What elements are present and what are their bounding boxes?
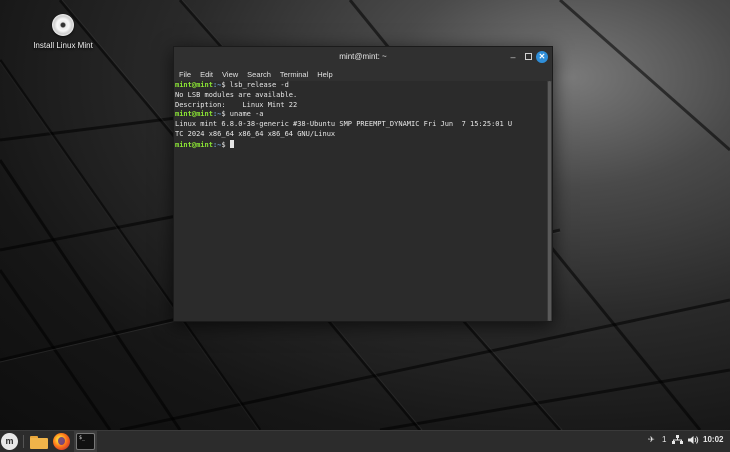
- window-titlebar[interactable]: mint@mint: ~ – ✕: [174, 47, 552, 67]
- terminal-line: mint@mint:~$ lsb_release -d: [175, 81, 547, 91]
- terminal-window[interactable]: mint@mint: ~ – ✕ File Edit View Search T…: [173, 46, 553, 322]
- minimize-button[interactable]: –: [507, 51, 519, 63]
- terminal-output[interactable]: mint@mint:~$ lsb_release -d No LSB modul…: [174, 81, 547, 321]
- terminal-scrollbar[interactable]: [547, 81, 552, 321]
- firefox-globe: [58, 437, 65, 445]
- command-text: $: [221, 140, 230, 149]
- terminal-line: mint@mint:~$ uname -a: [175, 110, 547, 120]
- clock[interactable]: 10:02: [703, 435, 723, 444]
- terminal-line: Linux mint 6.8.0-38-generic #38-Ubuntu S…: [175, 120, 513, 129]
- volume-icon-svg: [688, 436, 699, 444]
- menu-file[interactable]: File: [179, 70, 191, 79]
- desktop-icon-label: Install Linux Mint: [33, 41, 93, 50]
- terminal-icon[interactable]: $_: [76, 433, 95, 450]
- notification-count[interactable]: 1: [662, 435, 666, 444]
- maximize-button[interactable]: [522, 51, 534, 63]
- desktop-icon-install-linux-mint[interactable]: Install Linux Mint: [28, 14, 98, 50]
- command-text: $ lsb_release -d: [221, 81, 289, 89]
- maximize-icon: [524, 53, 532, 60]
- terminal-icon-glyph: $_: [79, 435, 86, 441]
- disc-icon: [52, 14, 74, 36]
- menubar: File Edit View Search Terminal Help: [174, 67, 552, 81]
- menu-terminal[interactable]: Terminal: [280, 70, 308, 79]
- scrollbar-thumb[interactable]: [548, 81, 551, 321]
- prompt-user: mint@mint: [175, 110, 213, 119]
- firefox-icon[interactable]: [53, 433, 70, 450]
- menu-edit[interactable]: Edit: [200, 70, 213, 79]
- prompt-user: mint@mint: [175, 140, 213, 149]
- menu-view[interactable]: View: [222, 70, 238, 79]
- terminal-cursor: [229, 139, 234, 148]
- taskbar-separator: [23, 435, 24, 448]
- terminal-line: No LSB modules are available.: [175, 90, 298, 99]
- volume-icon[interactable]: [688, 435, 699, 447]
- window-title: mint@mint: ~: [339, 52, 387, 61]
- taskbar: m $_ ✈ 1 10:02: [0, 430, 730, 452]
- network-icon[interactable]: [672, 435, 683, 447]
- terminal-line: TC 2024 x86_64 x86_64 x86_64 GNU/Linux: [175, 129, 336, 138]
- files-folder-icon[interactable]: [30, 433, 48, 450]
- network-icon-svg: [672, 435, 683, 444]
- menu-search[interactable]: Search: [247, 70, 271, 79]
- close-button[interactable]: ✕: [536, 51, 548, 63]
- folder-body: [30, 438, 48, 449]
- command-text: $ uname -a: [221, 110, 264, 119]
- pin-icon[interactable]: ✈: [648, 435, 655, 444]
- terminal-line: mint@mint:~$: [175, 139, 547, 150]
- menu-help[interactable]: Help: [317, 70, 332, 79]
- prompt-user: mint@mint: [175, 81, 213, 89]
- mint-menu-icon[interactable]: m: [1, 433, 18, 450]
- terminal-line: Description: Linux Mint 22: [175, 100, 298, 109]
